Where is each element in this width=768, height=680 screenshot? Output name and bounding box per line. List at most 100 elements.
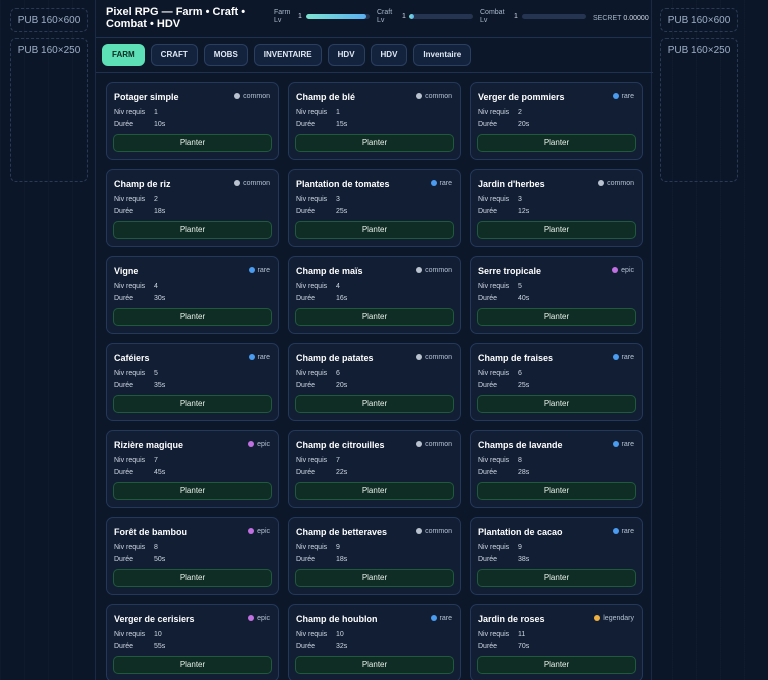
plant-button[interactable]: Planter bbox=[477, 569, 636, 587]
required-level-value: 5 bbox=[154, 370, 158, 377]
farm-card: Champ de citrouilles common Niv requis 7 Dur… bbox=[288, 430, 461, 508]
required-level-label: Niv requis bbox=[478, 631, 510, 638]
plant-button[interactable]: Planter bbox=[295, 308, 454, 326]
tab-hdv[interactable]: HDV bbox=[327, 44, 365, 66]
rarity-label: common bbox=[425, 528, 452, 535]
header: Pixel RPG — Farm • Craft • Combat • HDV … bbox=[96, 0, 651, 38]
plant-button[interactable]: Planter bbox=[295, 221, 454, 239]
main-panel: Pixel RPG — Farm • Craft • Combat • HDV … bbox=[95, 0, 653, 680]
farm-level-value: 1 bbox=[298, 13, 302, 20]
plant-button[interactable]: Planter bbox=[113, 308, 272, 326]
required-level-value: 6 bbox=[336, 370, 340, 377]
duration-value: 15s bbox=[336, 121, 348, 128]
plant-button[interactable]: Planter bbox=[113, 569, 272, 587]
plant-button[interactable]: Planter bbox=[295, 569, 454, 587]
required-level-label: Niv requis bbox=[296, 283, 328, 290]
plant-button[interactable]: Planter bbox=[113, 221, 272, 239]
plant-button[interactable]: Planter bbox=[477, 656, 636, 674]
combat-level-label: Combat Lv bbox=[480, 9, 505, 24]
farm-card-name: Potager simple bbox=[114, 92, 179, 102]
required-level-value: 6 bbox=[518, 370, 522, 377]
plant-button[interactable]: Planter bbox=[477, 482, 636, 500]
tab-inventaire-2[interactable]: Inventaire bbox=[413, 44, 472, 66]
duration-label: Durée bbox=[296, 469, 316, 476]
rarity-badge: rare bbox=[612, 354, 634, 361]
rarity-label: epic bbox=[257, 615, 270, 622]
duration-row: Durée 38s bbox=[478, 556, 529, 563]
farm-card-name: Champ de blé bbox=[296, 92, 356, 102]
rarity-badge: common bbox=[416, 354, 452, 361]
duration-value: 16s bbox=[336, 295, 348, 302]
plant-button[interactable]: Planter bbox=[477, 395, 636, 413]
duration-value: 38s bbox=[518, 556, 530, 563]
required-level-label: Niv requis bbox=[478, 196, 510, 203]
rarity-dot-icon bbox=[430, 180, 437, 186]
farm-card: Plantation de tomates rare Niv requis 3 Duré… bbox=[288, 169, 461, 247]
required-level-row: Niv requis 6 bbox=[296, 370, 340, 377]
required-level-label: Niv requis bbox=[296, 370, 328, 377]
farm-card-name: Champ de fraises bbox=[478, 353, 554, 363]
ad-slot-right-bottom: PUB 160×250 bbox=[660, 38, 738, 182]
duration-row: Durée 28s bbox=[478, 469, 529, 476]
required-level-row: Niv requis 9 bbox=[478, 544, 522, 551]
rarity-badge: common bbox=[416, 267, 452, 274]
plant-button[interactable]: Planter bbox=[477, 134, 636, 152]
rarity-badge: epic bbox=[612, 267, 634, 274]
tab-mobs[interactable]: MOBS bbox=[203, 44, 248, 66]
duration-row: Durée 16s bbox=[296, 295, 347, 302]
rarity-label: rare bbox=[257, 354, 270, 361]
tab-inventaire[interactable]: INVENTAIRE bbox=[253, 44, 322, 66]
duration-value: 20s bbox=[518, 121, 530, 128]
required-level-value: 3 bbox=[518, 196, 522, 203]
required-level-label: Niv requis bbox=[114, 631, 146, 638]
rarity-dot-icon bbox=[612, 354, 619, 360]
plant-button[interactable]: Planter bbox=[295, 482, 454, 500]
farm-card: Champ de maïs common Niv requis 4 Durée 16s Pl… bbox=[288, 256, 461, 334]
rarity-label: rare bbox=[621, 528, 634, 535]
tab-hdv-2[interactable]: HDV bbox=[370, 44, 408, 66]
duration-value: 50s bbox=[154, 556, 166, 563]
required-level-label: Niv requis bbox=[296, 631, 328, 638]
rarity-label: common bbox=[425, 267, 452, 274]
duration-row: Durée 10s bbox=[114, 121, 165, 128]
farm-progress-bar bbox=[306, 14, 370, 19]
farm-card-name: Serre tropicale bbox=[478, 266, 542, 276]
duration-row: Durée 50s bbox=[114, 556, 165, 563]
duration-label: Durée bbox=[296, 295, 316, 302]
plant-button[interactable]: Planter bbox=[295, 656, 454, 674]
required-level-row: Niv requis 8 bbox=[478, 457, 522, 464]
duration-row: Durée 35s bbox=[114, 382, 165, 389]
rarity-badge: rare bbox=[430, 180, 452, 187]
plant-button[interactable]: Planter bbox=[477, 221, 636, 239]
duration-value: 70s bbox=[518, 643, 530, 650]
rarity-dot-icon bbox=[248, 354, 255, 360]
rarity-badge: rare bbox=[248, 267, 270, 274]
tab-farm[interactable]: FARM bbox=[102, 44, 145, 66]
plant-button[interactable]: Planter bbox=[477, 308, 636, 326]
required-level-label: Niv requis bbox=[478, 544, 510, 551]
duration-row: Durée 25s bbox=[296, 208, 347, 215]
rarity-dot-icon bbox=[248, 267, 255, 273]
duration-row: Durée 40s bbox=[478, 295, 529, 302]
required-level-value: 2 bbox=[154, 196, 158, 203]
farm-card-name: Champ de maïs bbox=[296, 266, 363, 276]
plant-button[interactable]: Planter bbox=[113, 395, 272, 413]
rarity-label: common bbox=[425, 441, 452, 448]
required-level-label: Niv requis bbox=[296, 109, 328, 116]
required-level-row: Niv requis 3 bbox=[478, 196, 522, 203]
required-level-label: Niv requis bbox=[114, 457, 146, 464]
plant-button[interactable]: Planter bbox=[295, 134, 454, 152]
rarity-badge: rare bbox=[612, 93, 634, 100]
plant-button[interactable]: Planter bbox=[113, 482, 272, 500]
rarity-badge: common bbox=[416, 441, 452, 448]
plant-button[interactable]: Planter bbox=[113, 134, 272, 152]
tab-craft[interactable]: CRAFT bbox=[150, 44, 198, 66]
farm-level-label: Farm Lv bbox=[274, 9, 291, 24]
required-level-value: 9 bbox=[518, 544, 522, 551]
required-level-row: Niv requis 2 bbox=[114, 196, 158, 203]
plant-button[interactable]: Planter bbox=[295, 395, 454, 413]
required-level-row: Niv requis 4 bbox=[296, 283, 340, 290]
required-level-row: Niv requis 1 bbox=[296, 109, 340, 116]
farm-card: Champ de betteraves common Niv requis 9 Duré… bbox=[288, 517, 461, 595]
plant-button[interactable]: Planter bbox=[113, 656, 272, 674]
